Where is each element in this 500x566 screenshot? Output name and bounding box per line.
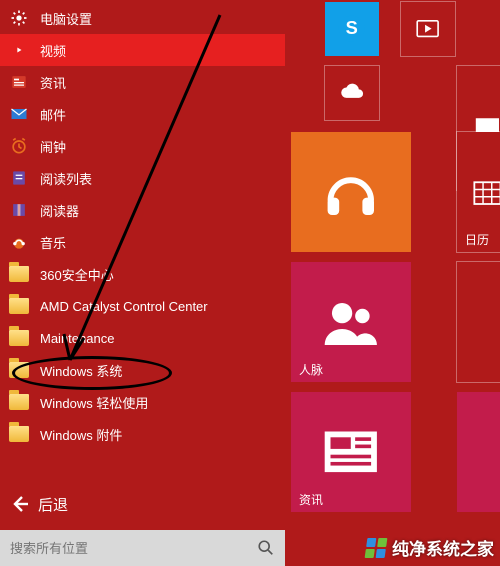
tile-video-tile[interactable]: [401, 2, 455, 56]
watermark-logo-icon: [365, 538, 388, 558]
menu-item-label: Windows 系统: [40, 361, 277, 380]
alarm-icon: [8, 135, 30, 157]
book-icon: [8, 199, 30, 221]
menu-item-label: 阅读列表: [40, 169, 277, 188]
news-big-icon: [316, 417, 386, 487]
arrow-left-icon: [10, 494, 38, 514]
tile-skype[interactable]: S: [325, 2, 379, 56]
start-menu-apps-column: 电脑设置视频资讯邮件闹钟阅读列表阅读器音乐 360安全中心 AMD Catalyst…: [0, 0, 285, 566]
headphones-icon: [316, 157, 386, 227]
tile-onedrive[interactable]: [325, 66, 379, 120]
start-tiles-column: SWindows Feedback日历人脉资讯: [285, 0, 500, 566]
rlist-icon: [8, 167, 30, 189]
tile-people[interactable]: 人脉: [291, 262, 411, 382]
menu-item-label: 资讯: [40, 73, 277, 92]
tile-zixun[interactable]: 资讯: [291, 392, 411, 512]
menu-item-amd-ccc[interactable]: AMD Catalyst Control Center: [0, 290, 285, 322]
tile-unknown[interactable]: [457, 262, 500, 382]
menu-item-pc-settings[interactable]: 电脑设置: [0, 2, 285, 34]
menu-item-label: 阅读器: [40, 201, 277, 220]
tile-unknown2[interactable]: [457, 392, 500, 512]
back-button[interactable]: 后退: [0, 482, 285, 526]
menu-item-label: 视频: [40, 41, 277, 60]
cloud-icon: [336, 77, 367, 108]
watermark-text: 纯净系统之家: [392, 535, 494, 560]
menu-item-label: 360安全中心: [40, 265, 277, 284]
menu-item-label: 邮件: [40, 105, 277, 124]
skype-icon: S: [336, 13, 367, 44]
tile-label: 人脉: [299, 361, 323, 378]
gear-icon: [8, 7, 30, 29]
tile-music-tile[interactable]: [291, 132, 411, 252]
folder-icon: [8, 423, 30, 445]
folder-icon: [8, 359, 30, 381]
news-icon: [8, 71, 30, 93]
search-input[interactable]: [0, 530, 247, 566]
tile-calendar[interactable]: 日历: [457, 132, 500, 252]
search-icon: [257, 539, 275, 557]
menu-item-reading-list[interactable]: 阅读列表: [0, 162, 285, 194]
folder-icon: [8, 391, 30, 413]
menu-item-360-security[interactable]: 360安全中心: [0, 258, 285, 290]
menu-item-video[interactable]: 视频: [0, 34, 285, 66]
menu-item-reader[interactable]: 阅读器: [0, 194, 285, 226]
menu-item-windows-accessories[interactable]: Windows 附件: [0, 418, 285, 450]
music-icon: [8, 231, 30, 253]
menu-item-windows-ease[interactable]: Windows 轻松使用: [0, 386, 285, 418]
apps-list: 电脑设置视频资讯邮件闹钟阅读列表阅读器音乐 360安全中心 AMD Catalyst…: [0, 0, 285, 482]
play-icon: [8, 39, 30, 61]
menu-item-label: Windows 附件: [40, 425, 277, 444]
mail-icon: [8, 103, 30, 125]
play-circle-icon: [412, 13, 443, 44]
menu-item-label: Windows 轻松使用: [40, 393, 277, 412]
tile-label: 日历: [465, 231, 489, 248]
menu-item-label: Maintenance: [40, 331, 277, 346]
back-label: 后退: [38, 494, 68, 515]
menu-item-label: 闹钟: [40, 137, 277, 156]
menu-item-label: 电脑设置: [40, 9, 277, 28]
menu-item-maintenance[interactable]: Maintenance: [0, 322, 285, 354]
search-bar: [0, 530, 285, 566]
menu-item-mail[interactable]: 邮件: [0, 98, 285, 130]
menu-item-windows-system[interactable]: Windows 系统: [0, 354, 285, 386]
menu-item-alarm[interactable]: 闹钟: [0, 130, 285, 162]
folder-icon: [8, 327, 30, 349]
menu-item-news[interactable]: 资讯: [0, 66, 285, 98]
search-button[interactable]: [247, 530, 285, 566]
watermark: 纯净系统之家: [366, 535, 494, 560]
menu-item-music[interactable]: 音乐: [0, 226, 285, 258]
folder-icon: [8, 295, 30, 317]
tiles-grid: SWindows Feedback日历人脉资讯: [291, 0, 500, 566]
calendar-icon: [470, 175, 500, 210]
menu-item-label: AMD Catalyst Control Center: [40, 299, 277, 314]
folder-icon: [8, 263, 30, 285]
tile-label: 资讯: [299, 491, 323, 508]
menu-item-label: 音乐: [40, 233, 277, 252]
svg-text:S: S: [346, 17, 358, 38]
people-icon: [316, 287, 386, 357]
